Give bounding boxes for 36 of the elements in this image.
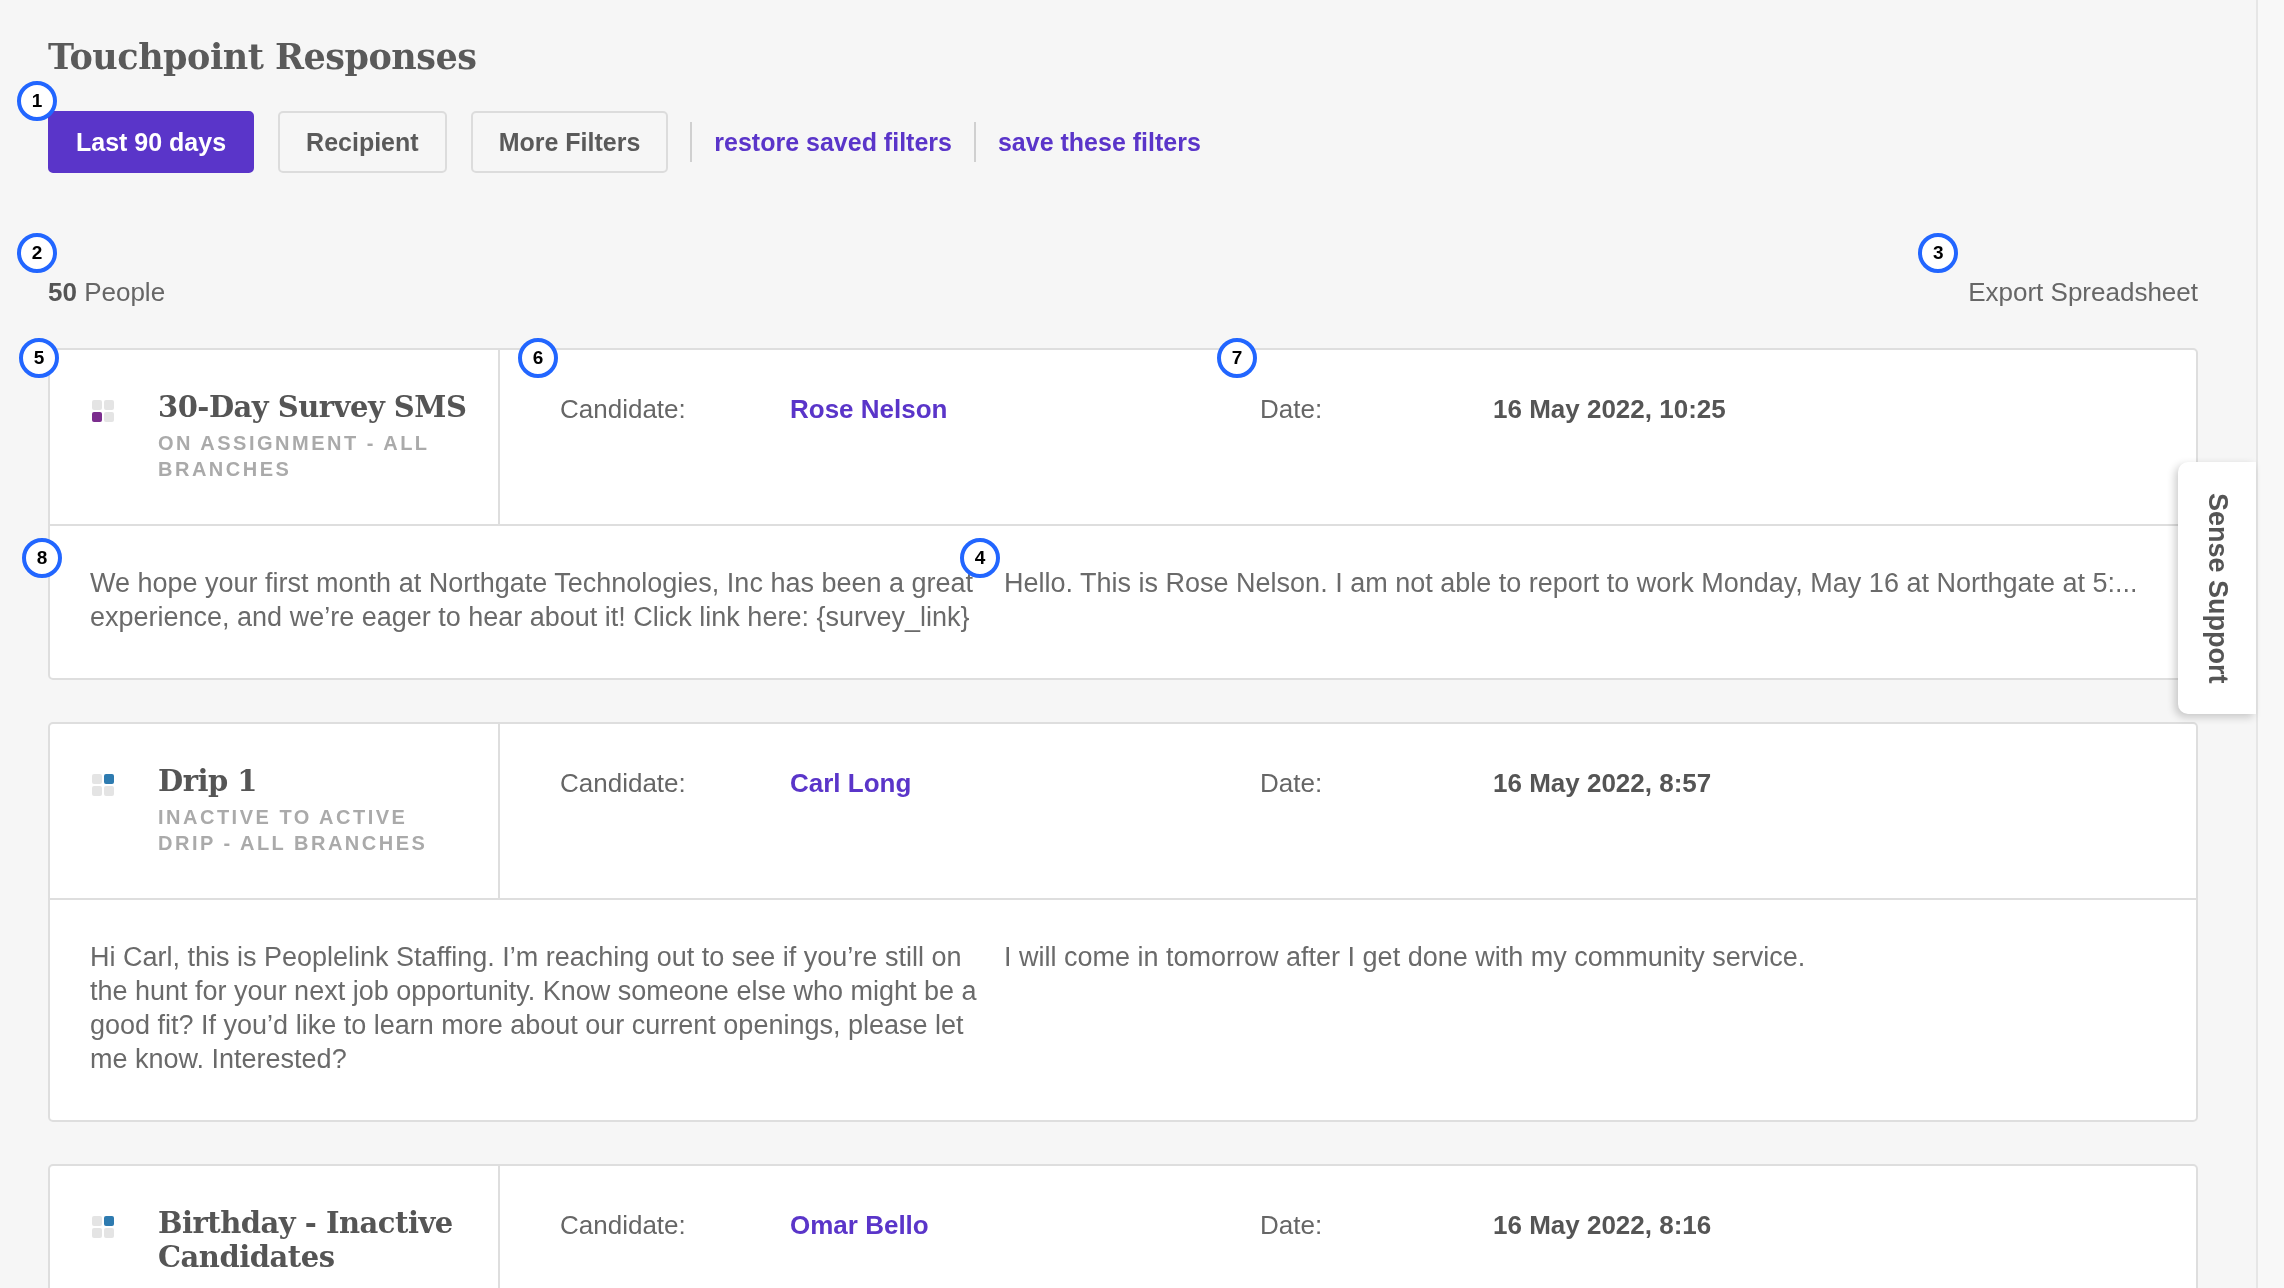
field-label: Date: [1260,394,1324,425]
callout-marker: 5 [19,338,59,378]
candidate-link[interactable]: Carl Long [790,768,1260,799]
export-link[interactable]: Export Spreadsheet [1968,277,2198,307]
field-label: Date: [1260,1210,1324,1241]
message-text: Hi Carl, this is Peoplelink Staffing. I’m reaching out to see if you’re still on the hunt for your next job opportunity. Know someone else who might be a good fit? If you’d like to learn more about our current openings, please let me know. Interested? [90,941,978,1076]
reply-text: I will come in tomorrow after I get done with my community service. [1004,941,1806,974]
callout-marker: 7 [1217,338,1257,378]
date-value: 16 May 2022, 8:57 [1493,768,1712,799]
callout-marker: 3 [1918,233,1959,273]
callout-marker: 2 [17,233,57,273]
filter-link[interactable]: save these filters [997,127,1201,157]
callout-marker: 6 [518,338,558,378]
campaign-title: 30-Day Survey SMS [158,390,467,424]
campaign-title: Drip 1 [158,764,258,798]
field-label: Date: [1260,768,1324,799]
campaign-subtitle: ON ASSIGNMENT - ALL BRANCHES [158,431,431,482]
campaign-subtitle: INACTIVE TO ACTIVE DRIP - ALL BRANCHES [158,805,429,856]
reply-text: Hello. This is Rose Nelson. I am not able to report to work Monday, May 16 at Northgate at 5:... [1004,567,2138,600]
candidate-link[interactable]: Rose Nelson [790,394,1260,425]
date-value: 16 May 2022, 8:16 [1493,1210,1712,1241]
filter-button[interactable]: Last 90 days [48,111,255,173]
page-title: Touchpoint Responses [48,36,478,77]
filter-link[interactable]: restore saved filters [714,127,952,157]
filter-button[interactable]: Recipient [278,111,447,173]
field-label: Candidate: [560,1210,687,1241]
candidate-link[interactable]: Omar Bello [790,1210,1260,1241]
support-tab[interactable]: Sense Support [2178,462,2256,714]
callout-marker: 1 [17,81,57,121]
callout-marker: 8 [22,538,62,578]
people-count: 50 People [48,277,166,307]
field-label: Candidate: [560,394,687,425]
field-label: Candidate: [560,768,687,799]
filter-button[interactable]: More Filters [470,111,669,173]
date-value: 16 May 2022, 10:25 [1493,394,1726,425]
campaign-title: Birthday - Inactive Candidates [158,1206,454,1274]
